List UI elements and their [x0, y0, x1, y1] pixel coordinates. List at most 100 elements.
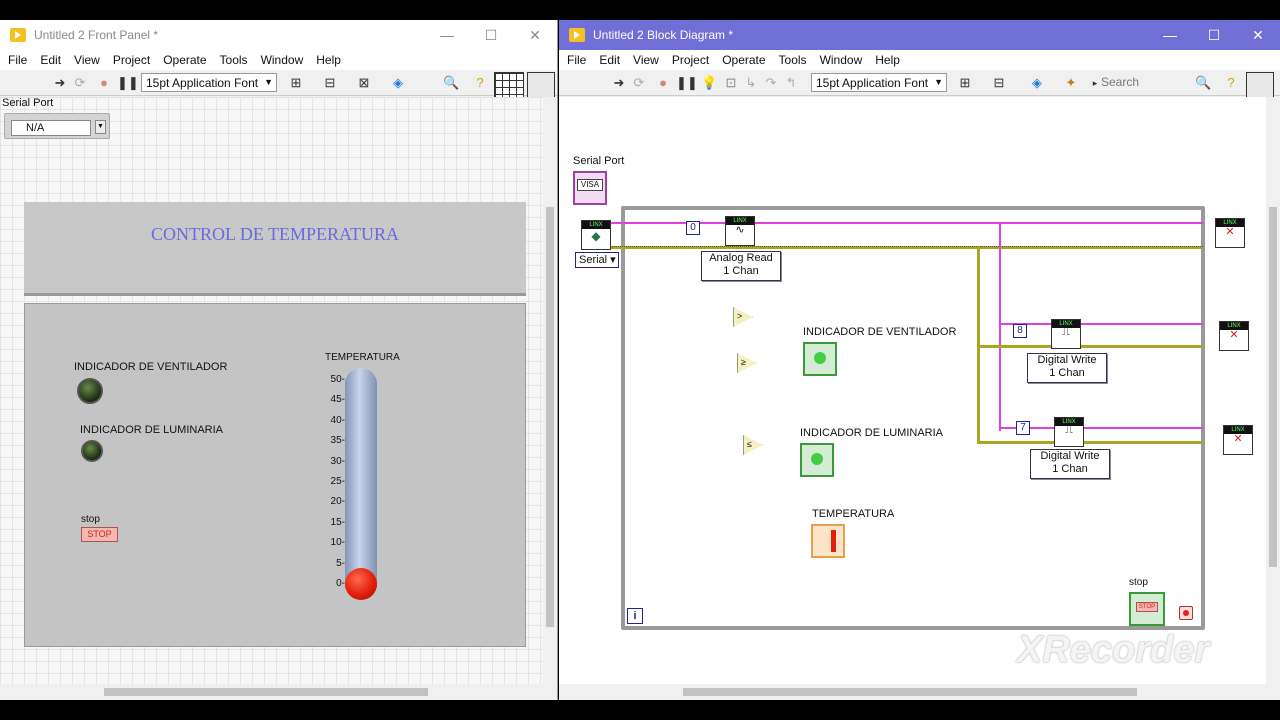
analog-read-selector[interactable]: Analog Read 1 Chan — [701, 251, 781, 281]
minimize-button[interactable]: — — [425, 20, 469, 50]
step-over-icon[interactable]: ↷ — [763, 75, 779, 91]
run-continuous-icon[interactable]: ⟳ — [631, 75, 647, 91]
minimize-button[interactable]: — — [1148, 20, 1192, 50]
thermometer-label: TEMPERATURA — [325, 352, 400, 363]
analog-channel-constant[interactable]: 0 — [686, 221, 700, 235]
search-icon[interactable]: 🔍 — [1195, 75, 1211, 91]
digital-channel-7-constant[interactable]: 7 — [1016, 421, 1030, 435]
run-arrow-icon[interactable]: ➜ — [611, 75, 627, 91]
distribute-icon[interactable]: ⊟ — [991, 75, 1007, 91]
menu-window[interactable]: Window — [261, 53, 304, 67]
linx-close-vi-3[interactable]: LINX ✕ — [1223, 425, 1253, 455]
resize-icon[interactable]: ⊠ — [356, 75, 372, 91]
search-icon[interactable]: 🔍 — [443, 75, 459, 91]
vent-indicator-terminal[interactable] — [803, 342, 837, 376]
menu-tools[interactable]: Tools — [220, 53, 248, 67]
retain-wire-values-icon[interactable]: ⊡ — [723, 75, 739, 91]
linx-close-vi-1[interactable]: LINX ✕ — [1215, 218, 1245, 248]
menu-edit[interactable]: Edit — [40, 53, 61, 67]
serial-port-dropdown[interactable]: ▼ — [95, 120, 106, 134]
vent-indicator-led — [77, 378, 103, 404]
menu-project[interactable]: Project — [672, 53, 709, 67]
menu-file[interactable]: File — [8, 53, 27, 67]
menu-file[interactable]: File — [567, 53, 586, 67]
align-icon[interactable]: ⊞ — [288, 75, 304, 91]
digital-channel-8-constant[interactable]: 8 — [1013, 324, 1027, 338]
stop-terminal[interactable]: STOP — [1129, 592, 1165, 626]
menu-tools[interactable]: Tools — [779, 53, 807, 67]
font-selector[interactable]: 15pt Application Font ▼ — [141, 73, 277, 92]
lum-indicator-led — [81, 440, 103, 462]
search-input[interactable]: Search — [1101, 75, 1183, 91]
font-selector[interactable]: 15pt Application Font ▼ — [811, 73, 947, 92]
menu-operate[interactable]: Operate — [722, 53, 765, 67]
distribute-icon[interactable]: ⊟ — [322, 75, 338, 91]
visa-resource-terminal[interactable]: VISA — [573, 171, 607, 205]
linx-close-vi-2[interactable]: LINX ✕ — [1219, 321, 1249, 351]
menu-help[interactable]: Help — [316, 53, 341, 67]
linx-open-vi[interactable]: LINX ◆ — [581, 220, 611, 250]
block-diagram-titlebar: Untitled 2 Block Diagram * — ☐ ✕ — [559, 20, 1280, 50]
front-panel-vscroll[interactable] — [543, 97, 557, 684]
menu-project[interactable]: Project — [113, 53, 150, 67]
cleanup-diagram-icon[interactable]: ✦ — [1063, 75, 1079, 91]
maximize-button[interactable]: ☐ — [469, 20, 513, 50]
menu-window[interactable]: Window — [820, 53, 863, 67]
align-icon[interactable]: ⊞ — [957, 75, 973, 91]
iteration-terminal: i — [627, 608, 643, 624]
digital-write-vi-2[interactable]: LINX ⎍ — [1054, 417, 1084, 447]
watermark: XRecorder — [1017, 629, 1210, 671]
abort-icon[interactable]: ● — [655, 75, 671, 91]
bd-lum-label: INDICADOR DE LUMINARIA — [800, 427, 944, 439]
front-panel-hscroll[interactable] — [0, 684, 557, 700]
analog-read-vi[interactable]: LINX ∿ — [725, 216, 755, 246]
help-icon[interactable]: ? — [1223, 75, 1239, 91]
maximize-button[interactable]: ☐ — [1192, 20, 1236, 50]
help-icon[interactable]: ? — [472, 75, 488, 91]
close-button[interactable]: ✕ — [1236, 20, 1280, 50]
labview-icon — [10, 28, 26, 42]
menu-help[interactable]: Help — [875, 53, 900, 67]
highlight-execution-icon[interactable]: 💡 — [701, 75, 717, 91]
pause-icon[interactable]: ❚❚ — [676, 75, 698, 91]
digital-write-selector-1[interactable]: Digital Write 1 Chan — [1027, 353, 1107, 383]
bd-temp-label: TEMPERATURA — [812, 508, 895, 520]
run-arrow-icon[interactable]: ➜ — [52, 75, 68, 91]
menu-view[interactable]: View — [74, 53, 100, 67]
menu-view[interactable]: View — [633, 53, 659, 67]
thermometer-scale: 50- 45- 40- 35- 30- 25- 20- 15- 10- 5- 0- — [321, 374, 345, 594]
block-diagram-vscroll[interactable] — [1266, 97, 1280, 684]
thermometer-tick-label: 30- — [330, 455, 345, 467]
loop-condition-terminal[interactable] — [1179, 606, 1193, 620]
serial-port-value[interactable]: N/A — [11, 120, 91, 136]
thermometer-tick-label: 50- — [330, 374, 345, 385]
run-continuous-icon[interactable]: ⟳ — [72, 75, 88, 91]
thermometer-tick-label: 25- — [330, 476, 345, 487]
step-out-icon[interactable]: ↰ — [783, 75, 799, 91]
digital-write-selector-2[interactable]: Digital Write 1 Chan — [1030, 449, 1110, 479]
reorder-icon[interactable]: ◈ — [1029, 75, 1045, 91]
menu-edit[interactable]: Edit — [599, 53, 620, 67]
temperature-indicator-terminal[interactable] — [811, 524, 845, 558]
block-diagram-hscroll[interactable] — [559, 684, 1280, 700]
step-into-icon[interactable]: ↳ — [743, 75, 759, 91]
thermometer-tick-label: 0- — [336, 578, 345, 589]
thermometer-tube — [345, 368, 377, 588]
abort-icon[interactable]: ● — [96, 75, 112, 91]
front-panel-title: Untitled 2 Front Panel * — [34, 28, 159, 42]
error-wire-dw2 — [977, 441, 1203, 444]
bd-vent-label: INDICADOR DE VENTILADOR — [803, 326, 957, 338]
thermometer-tick-label: 10- — [330, 537, 345, 549]
block-diagram-toolbar: ➜ ⟳ ● ❚❚ 💡 ⊡ ↳ ↷ ↰ 15pt Application Font… — [559, 70, 1280, 102]
serial-port-control[interactable]: N/A ▼ — [4, 113, 110, 139]
digital-write-vi-1[interactable]: LINX ⎍ — [1051, 319, 1081, 349]
serial-selector[interactable]: Serial ▾ — [575, 252, 619, 268]
reorder-icon[interactable]: ◈ — [390, 75, 406, 91]
close-button[interactable]: ✕ — [513, 20, 557, 50]
menu-operate[interactable]: Operate — [163, 53, 206, 67]
stop-button[interactable]: STOP — [81, 527, 118, 542]
thermometer-bulb — [345, 568, 377, 600]
lum-indicator-terminal[interactable] — [800, 443, 834, 477]
pause-icon[interactable]: ❚❚ — [117, 75, 139, 91]
bd-stop-label: stop — [1129, 577, 1148, 588]
